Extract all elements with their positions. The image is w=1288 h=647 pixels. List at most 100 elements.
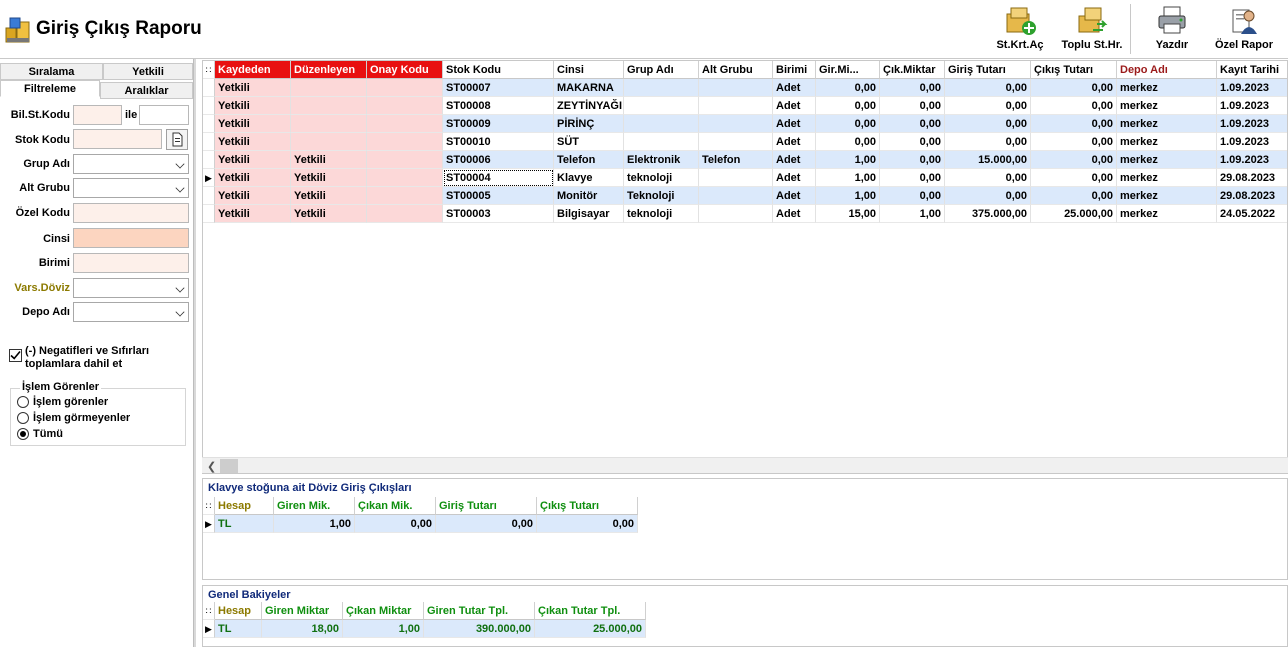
table-cell[interactable]: Yetkili [215, 187, 291, 205]
depo-adi-select[interactable] [73, 302, 189, 322]
table-cell[interactable]: 1.09.2023 [1217, 79, 1287, 97]
column-header[interactable]: Stok Kodu [443, 61, 554, 79]
table-cell[interactable]: Adet [773, 205, 816, 223]
horizontal-scrollbar[interactable]: ❮ [202, 457, 1288, 473]
column-header[interactable]: Giren Miktar [262, 602, 343, 620]
table-cell[interactable]: Yetkili [215, 151, 291, 169]
table-cell[interactable]: merkez [1117, 115, 1217, 133]
table-cell[interactable]: ST00006 [443, 151, 554, 169]
table-cell[interactable] [291, 115, 367, 133]
table-cell[interactable]: 24.05.2022 [1217, 205, 1287, 223]
table-cell[interactable]: Teknoloji [624, 187, 699, 205]
table-cell[interactable]: 0,00 [537, 515, 638, 533]
grid-drag-handle-icon[interactable]: ∷ [203, 602, 215, 620]
table-cell[interactable]: Klavye [554, 169, 624, 187]
grid-drag-handle-icon[interactable]: ∷ [203, 61, 215, 79]
table-cell[interactable]: 0,00 [880, 133, 945, 151]
column-header[interactable]: Alt Grubu [699, 61, 773, 79]
table-cell[interactable]: PİRİNÇ [554, 115, 624, 133]
table-cell[interactable]: Yetkili [291, 151, 367, 169]
table-cell[interactable]: Adet [773, 115, 816, 133]
table-cell[interactable] [699, 169, 773, 187]
column-header[interactable]: Düzenleyen [291, 61, 367, 79]
table-cell[interactable]: 0,00 [1031, 79, 1117, 97]
table-cell[interactable]: teknoloji [624, 205, 699, 223]
print-button[interactable]: Yazdır [1150, 4, 1194, 56]
table-cell[interactable]: 0,00 [1031, 151, 1117, 169]
column-header[interactable]: Çıkış Tutarı [1031, 61, 1117, 79]
table-row[interactable]: Yetkili ST00009 PİRİNÇ Adet 0,00 0,00 0,00 0,00… [203, 115, 1287, 133]
table-cell[interactable] [367, 151, 443, 169]
table-cell[interactable]: ST00004 [443, 169, 554, 187]
bil-st-kodu-to-input[interactable] [139, 105, 189, 125]
bil-st-kodu-from-input[interactable] [73, 105, 122, 125]
table-cell[interactable]: 18,00 [262, 620, 343, 638]
table-cell[interactable]: 1,00 [816, 187, 880, 205]
radio-islem-gormeyenler[interactable] [17, 412, 29, 424]
table-row[interactable]: Yetkili ST00007 MAKARNA Adet 0,00 0,00 0,00 0,0… [203, 79, 1287, 97]
table-cell[interactable]: 0,00 [945, 97, 1031, 115]
table-cell[interactable]: 0,00 [1031, 97, 1117, 115]
table-cell[interactable] [699, 187, 773, 205]
table-cell[interactable]: 0,00 [1031, 133, 1117, 151]
grid-drag-handle-icon[interactable]: ∷ [203, 497, 215, 515]
table-cell[interactable] [624, 115, 699, 133]
table-cell[interactable] [367, 205, 443, 223]
table-cell[interactable]: Adet [773, 97, 816, 115]
table-cell[interactable] [699, 115, 773, 133]
table-cell[interactable]: Bilgisayar [554, 205, 624, 223]
table-cell[interactable] [699, 205, 773, 223]
table-cell[interactable]: Yetkili [215, 79, 291, 97]
table-cell[interactable]: merkez [1117, 151, 1217, 169]
table-cell[interactable]: Adet [773, 187, 816, 205]
negatives-checkbox[interactable] [9, 349, 22, 362]
column-header[interactable]: Cinsi [554, 61, 624, 79]
column-header[interactable]: Depo Adı [1117, 61, 1217, 79]
birimi-input[interactable] [73, 253, 189, 273]
table-cell[interactable] [624, 97, 699, 115]
table-cell[interactable]: merkez [1117, 97, 1217, 115]
column-header[interactable]: Çıkan Tutar Tpl. [535, 602, 646, 620]
column-header[interactable]: Giren Mik. [274, 497, 355, 515]
table-cell[interactable] [367, 133, 443, 151]
table-cell[interactable]: ST00008 [443, 97, 554, 115]
table-cell[interactable]: Adet [773, 133, 816, 151]
table-cell[interactable] [291, 133, 367, 151]
column-header[interactable]: Gir.Mi... [816, 61, 880, 79]
table-cell[interactable]: 0,00 [1031, 187, 1117, 205]
table-row[interactable]: ▶ TL 18,00 1,00 390.000,00 25.000,00 [203, 620, 903, 638]
tab-yetkili[interactable]: Yetkili [103, 63, 193, 80]
table-cell[interactable]: Yetkili [291, 205, 367, 223]
table-row[interactable]: ▶ TL 1,00 0,00 0,00 0,00 [203, 515, 903, 533]
table-cell[interactable]: 0,00 [816, 115, 880, 133]
table-cell[interactable]: 1,00 [816, 169, 880, 187]
column-header[interactable]: Çıkan Mik. [355, 497, 436, 515]
column-header[interactable]: Çıkan Miktar [343, 602, 424, 620]
table-cell[interactable]: Yetkili [291, 169, 367, 187]
scroll-left-icon[interactable]: ❮ [207, 460, 216, 473]
table-cell[interactable]: 0,00 [945, 187, 1031, 205]
table-cell[interactable]: Yetkili [215, 169, 291, 187]
table-cell[interactable]: 1,00 [274, 515, 355, 533]
table-cell[interactable]: Yetkili [215, 115, 291, 133]
column-header[interactable]: Kaydeden [215, 61, 291, 79]
table-cell[interactable] [367, 187, 443, 205]
table-cell[interactable]: 0,00 [945, 133, 1031, 151]
table-cell[interactable]: ST00003 [443, 205, 554, 223]
custom-report-button[interactable]: Özel Rapor [1210, 4, 1278, 56]
cinsi-input[interactable] [73, 228, 189, 248]
table-cell[interactable]: 0,00 [945, 115, 1031, 133]
table-cell[interactable]: 0,00 [1031, 169, 1117, 187]
ozel-kodu-input[interactable] [73, 203, 189, 223]
stock-lookup-button[interactable] [166, 129, 188, 150]
bulk-stock-movement-button[interactable]: Toplu St.Hr. [1058, 4, 1126, 56]
table-cell[interactable]: 1.09.2023 [1217, 97, 1287, 115]
table-row[interactable]: ▶ Yetkili Yetkili ST00004 Klavye teknoloji Ade… [203, 169, 1287, 187]
scrollbar-thumb[interactable] [220, 459, 238, 473]
table-cell[interactable]: 375.000,00 [945, 205, 1031, 223]
table-cell[interactable]: teknoloji [624, 169, 699, 187]
table-cell[interactable] [699, 79, 773, 97]
table-cell[interactable]: 1.09.2023 [1217, 151, 1287, 169]
table-cell[interactable]: ST00010 [443, 133, 554, 151]
table-cell[interactable]: Yetkili [215, 133, 291, 151]
